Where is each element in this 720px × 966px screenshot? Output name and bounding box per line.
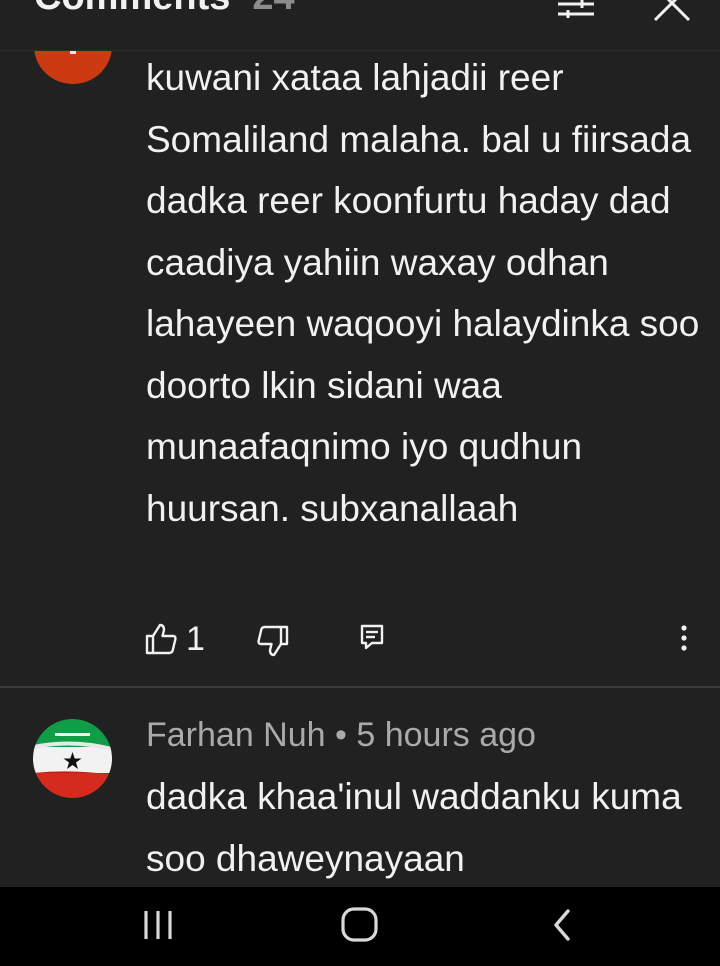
close-button[interactable] (652, 0, 692, 22)
filter-button[interactable] (556, 0, 596, 20)
flag-icon (33, 719, 112, 798)
dislike-button[interactable] (256, 624, 290, 658)
like-button[interactable] (144, 622, 178, 656)
system-navigation-bar (0, 887, 720, 966)
back-button[interactable] (548, 905, 578, 945)
home-button[interactable] (338, 903, 382, 947)
avatar[interactable] (33, 719, 112, 798)
comment-divider (0, 686, 720, 688)
comments-title-label: Comments (34, 0, 230, 18)
comment-text: dadka khaa'inul waddanku kuma soo dhawey… (146, 776, 682, 879)
comment-actions: 1 (0, 610, 720, 670)
thumbs-up-icon (145, 623, 177, 655)
meta-separator: • (335, 716, 347, 754)
comment-text: kuwani xataa lahjadii reer Somaliland ma… (146, 57, 700, 529)
more-button[interactable] (670, 622, 698, 656)
close-icon (653, 0, 691, 22)
comments-header: Comments 24 (0, 0, 720, 51)
recent-apps-icon (144, 911, 172, 939)
recent-apps-button[interactable] (140, 907, 180, 943)
back-icon (554, 909, 570, 941)
more-vert-icon (681, 625, 687, 651)
comments-title: Comments 24 (34, 0, 295, 19)
comments-count: 24 (252, 0, 294, 18)
reply-icon (360, 624, 384, 650)
home-icon (341, 907, 378, 942)
comment-meta: Farhan Nuh • 5 hours ago (146, 716, 536, 755)
thumbs-down-icon (257, 625, 289, 657)
sliders-icon (558, 0, 594, 18)
author-name[interactable]: Farhan Nuh (146, 716, 326, 754)
comment-time: 5 hours ago (356, 716, 536, 754)
like-count: 1 (186, 620, 205, 658)
reply-button[interactable] (358, 622, 386, 652)
